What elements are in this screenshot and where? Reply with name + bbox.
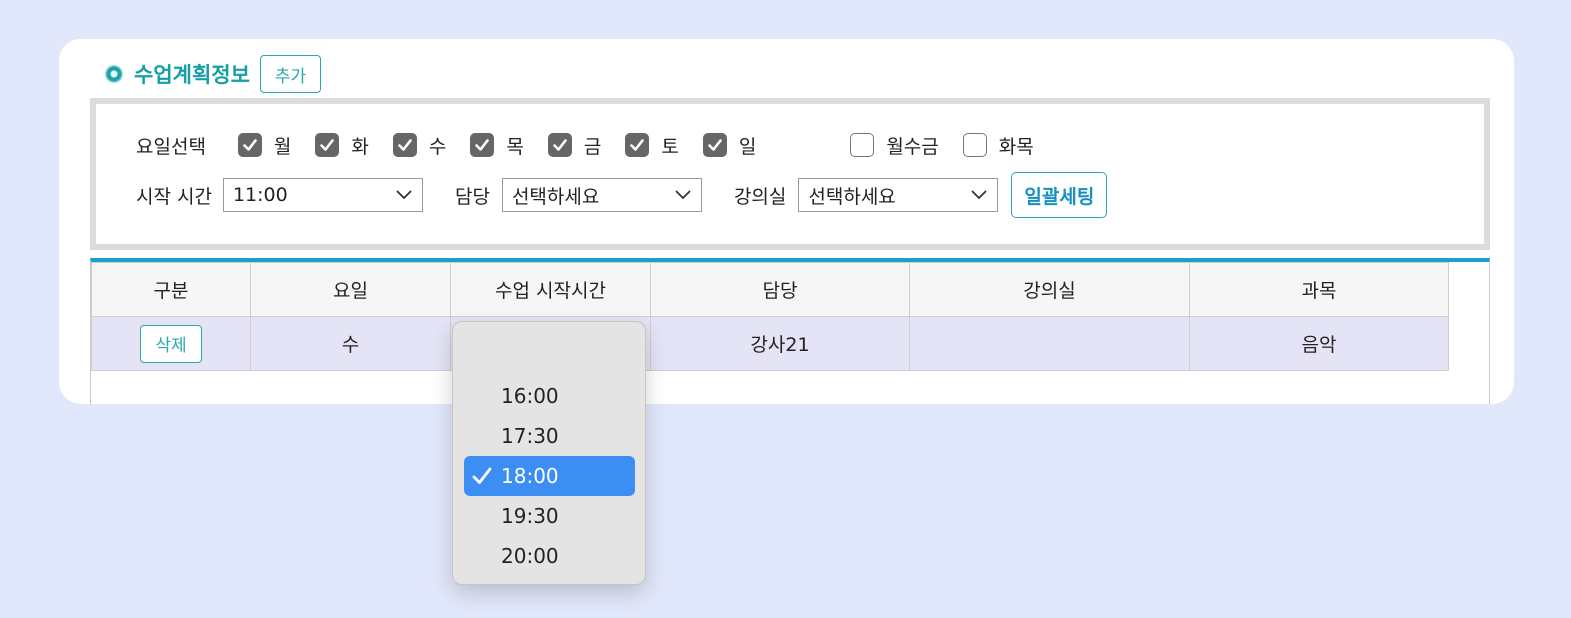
checkbox-tue[interactable]: 화 <box>315 132 369 159</box>
checkbox-mon-wed-fri[interactable]: 월수금 <box>850 132 939 159</box>
checkbox-sat[interactable]: 토 <box>625 132 679 159</box>
teacher-select[interactable]: 선택하세요 <box>501 178 702 212</box>
column-header-day: 요일 <box>250 262 451 317</box>
checkbox-label: 화 <box>351 135 369 158</box>
dropdown-option-label: 18:00 <box>501 464 559 488</box>
checkbox-checked-icon[interactable] <box>237 133 262 157</box>
day-select-label: 요일선택 <box>136 135 206 158</box>
checkbox-unchecked-icon[interactable] <box>962 133 987 157</box>
bullet-icon <box>105 65 123 83</box>
column-header-room: 강의실 <box>909 262 1190 317</box>
checkbox-checked-icon[interactable] <box>547 133 572 157</box>
section-header: 수업계획정보 추가 <box>105 55 322 93</box>
room-label: 강의실 <box>733 185 787 208</box>
table-header-row: 구분 요일 수업 시작시간 담당 강의실 과목 <box>91 262 1449 317</box>
teacher-value: 선택하세요 <box>511 185 600 208</box>
column-header-type: 구분 <box>91 262 251 317</box>
checkbox-sun[interactable]: 일 <box>702 132 757 159</box>
chevron-down-icon <box>971 190 987 199</box>
add-button[interactable]: 추가 <box>259 55 322 93</box>
checkbox-label: 일 <box>738 135 757 158</box>
section-title: 수업계획정보 <box>134 63 250 87</box>
lesson-plan-card: 수업계획정보 추가 요일선택 월 화 수 목 금 토 일 월수금 화목 시작 시… <box>59 39 1514 404</box>
checkbox-fri[interactable]: 금 <box>547 132 602 159</box>
start-time-select[interactable]: 11:00 <box>222 178 423 212</box>
column-header-teacher: 담당 <box>650 262 910 317</box>
column-header-subject: 과목 <box>1189 262 1449 317</box>
room-select[interactable]: 선택하세요 <box>798 178 999 212</box>
checkbox-checked-icon[interactable] <box>702 133 727 157</box>
start-time-label: 시작 시간 <box>136 185 212 208</box>
checkbox-label: 금 <box>583 135 602 158</box>
checkbox-unchecked-icon[interactable] <box>850 133 875 157</box>
checkbox-checked-icon[interactable] <box>470 133 495 157</box>
cell-teacher: 강사21 <box>650 316 910 371</box>
cell-day: 수 <box>250 316 451 371</box>
day-select-row: 요일선택 월 화 수 목 금 토 일 월수금 화목 <box>136 130 1058 160</box>
checkbox-wed[interactable]: 수 <box>392 132 447 159</box>
start-time-value: 11:00 <box>232 184 288 206</box>
checkbox-checked-icon[interactable] <box>392 133 417 157</box>
checkbox-label: 월수금 <box>886 135 939 158</box>
checkbox-checked-icon[interactable] <box>315 133 340 157</box>
start-time-dropdown[interactable]: 16:00 17:30 18:00 19:30 20:00 <box>452 321 646 585</box>
checkbox-mon[interactable]: 월 <box>237 132 292 159</box>
settings-row: 시작 시간 11:00 담당 선택하세요 강의실 선택하세요 일괄세팅 <box>136 172 1108 218</box>
checkbox-label: 목 <box>506 135 524 158</box>
checkbox-tue-thu[interactable]: 화목 <box>962 132 1034 159</box>
dropdown-option[interactable]: 17:30 <box>464 416 635 456</box>
checkmark-icon <box>472 467 492 484</box>
checkbox-label: 화목 <box>998 135 1034 158</box>
checkbox-label: 토 <box>661 135 679 158</box>
chevron-down-icon <box>675 190 691 199</box>
cell-type: 삭제 <box>91 316 251 371</box>
delete-button[interactable]: 삭제 <box>140 324 202 363</box>
room-value: 선택하세요 <box>808 185 896 208</box>
dropdown-option[interactable]: 16:00 <box>464 376 635 416</box>
lesson-table: 구분 요일 수업 시작시간 담당 강의실 과목 삭제 수 강사21 음악 <box>91 262 1449 371</box>
table-row: 삭제 수 강사21 음악 <box>91 316 1449 371</box>
chevron-down-icon <box>396 190 412 199</box>
cell-subject: 음악 <box>1189 316 1449 371</box>
teacher-label: 담당 <box>454 185 490 208</box>
column-header-start-time: 수업 시작시간 <box>450 262 651 317</box>
dropdown-option-selected[interactable]: 18:00 <box>464 456 635 496</box>
lesson-table-container: 구분 요일 수업 시작시간 담당 강의실 과목 삭제 수 강사21 음악 <box>90 258 1490 404</box>
checkbox-thu[interactable]: 목 <box>470 132 524 159</box>
bulk-setting-button[interactable]: 일괄세팅 <box>1011 172 1108 218</box>
checkbox-label: 수 <box>428 135 447 158</box>
checkbox-label: 월 <box>273 135 292 158</box>
checkbox-checked-icon[interactable] <box>625 133 650 157</box>
cell-room <box>909 316 1190 371</box>
dropdown-option[interactable]: 20:00 <box>464 536 635 576</box>
filter-panel: 요일선택 월 화 수 목 금 토 일 월수금 화목 시작 시간 11:00 담당… <box>90 98 1490 250</box>
dropdown-option[interactable]: 19:30 <box>464 496 635 536</box>
